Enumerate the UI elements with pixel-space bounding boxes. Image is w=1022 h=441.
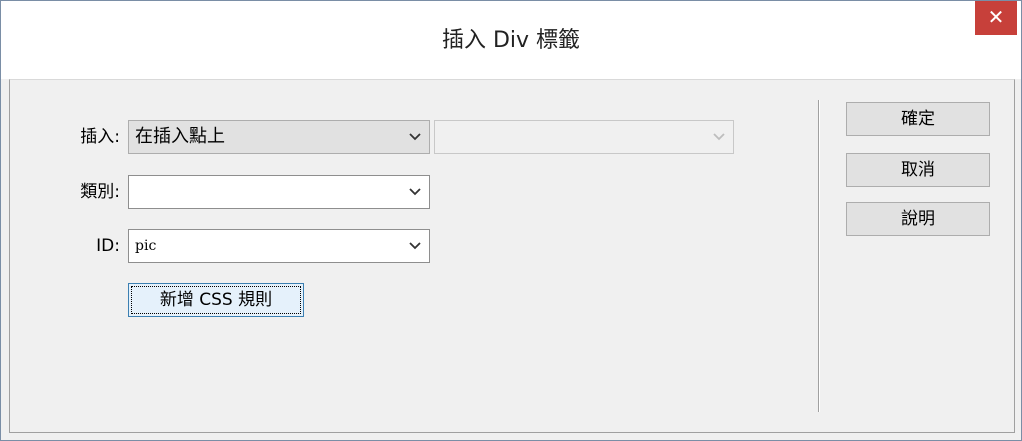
- vertical-divider: [818, 100, 820, 412]
- new-css-rule-button[interactable]: 新增 CSS 規則: [128, 283, 304, 317]
- focus-rectangle: [131, 286, 301, 314]
- insert-div-dialog: 插入 Div 標籤 ✕ 插入: 在插入點上 類別: ID: pic 新增 CSS…: [0, 0, 1022, 441]
- cancel-button[interactable]: 取消: [846, 153, 990, 187]
- insert-target-select: [434, 120, 734, 154]
- dialog-body: 插入: 在插入點上 類別: ID: pic 新增 CSS 規則 確定 取消 說明: [9, 79, 1015, 433]
- cancel-label: 取消: [901, 160, 935, 180]
- insert-position-value: 在插入點上: [135, 126, 225, 147]
- close-button[interactable]: ✕: [975, 1, 1017, 35]
- dialog-title: 插入 Div 標籤: [441, 28, 581, 53]
- class-select[interactable]: [128, 175, 430, 209]
- chevron-down-icon: [409, 188, 421, 196]
- help-button[interactable]: 說明: [846, 202, 990, 236]
- ok-label: 確定: [901, 109, 935, 129]
- ok-button[interactable]: 確定: [846, 102, 990, 136]
- insert-position-select[interactable]: 在插入點上: [128, 120, 430, 154]
- title-bar: 插入 Div 標籤 ✕: [1, 1, 1021, 79]
- id-value: pic: [135, 238, 157, 254]
- chevron-down-icon: [409, 242, 421, 250]
- class-label: 類別:: [80, 182, 120, 202]
- id-label: ID:: [96, 236, 120, 256]
- chevron-down-icon: [713, 133, 725, 141]
- help-label: 說明: [901, 209, 935, 229]
- close-icon: ✕: [987, 5, 1005, 29]
- chevron-down-icon: [409, 133, 421, 141]
- id-select[interactable]: pic: [128, 229, 430, 263]
- insert-label: 插入:: [80, 127, 120, 147]
